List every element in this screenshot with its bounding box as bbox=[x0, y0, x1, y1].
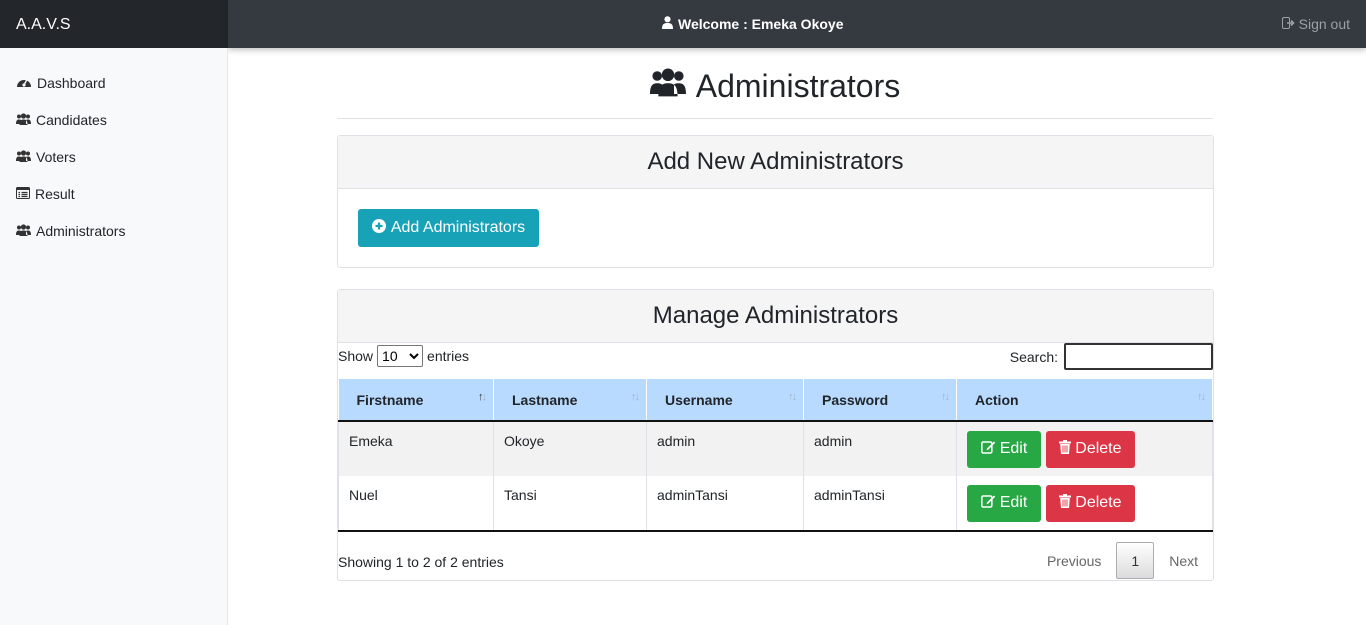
edit-button[interactable]: Edit bbox=[967, 430, 1041, 468]
sign-out-label: Sign out bbox=[1298, 16, 1350, 32]
page-length-control: Show 10 entries bbox=[338, 343, 469, 369]
edit-icon bbox=[980, 494, 996, 513]
brand-logo[interactable]: A.A.V.S bbox=[0, 0, 228, 48]
dashboard-icon bbox=[16, 75, 32, 91]
column-header-password[interactable]: Password ↑↓ bbox=[803, 379, 957, 422]
administrators-table: Firstname ↑↓ Lastname ↑↓ Username ↑↓ Passwo… bbox=[338, 379, 1213, 532]
list-icon bbox=[16, 186, 30, 202]
sort-icon: ↑↓ bbox=[631, 391, 640, 403]
sidebar-item-administrators[interactable]: Administrators bbox=[16, 223, 125, 239]
cell-action: Edit Delete bbox=[956, 421, 1213, 476]
card-title: Add New Administrators bbox=[338, 136, 1213, 189]
cell-firstname: Emeka bbox=[338, 421, 494, 476]
pagination: Previous 1 Next bbox=[1032, 542, 1213, 579]
cell-username: adminTansi bbox=[646, 476, 804, 532]
users-icon bbox=[16, 223, 31, 239]
sidebar-item-voters[interactable]: Voters bbox=[16, 149, 76, 165]
edit-button[interactable]: Edit bbox=[967, 484, 1041, 522]
sort-icon: ↑↓ bbox=[788, 391, 797, 403]
column-header-action[interactable]: Action ↑↓ bbox=[956, 379, 1213, 422]
cell-lastname: Okoye bbox=[493, 421, 647, 476]
trash-icon bbox=[1059, 493, 1072, 513]
page-title-text: Administrators bbox=[695, 67, 901, 104]
plus-circle-icon bbox=[371, 218, 386, 238]
column-header-lastname[interactable]: Lastname ↑↓ bbox=[493, 379, 647, 422]
sidebar-item-candidates[interactable]: Candidates bbox=[16, 112, 107, 128]
page-1-button[interactable]: 1 bbox=[1116, 542, 1155, 579]
table-row: Emeka Okoye admin admin Edit Delete bbox=[338, 421, 1213, 476]
cell-firstname: Nuel bbox=[338, 476, 494, 532]
search-input[interactable] bbox=[1064, 343, 1213, 370]
cell-action: Edit Delete bbox=[956, 476, 1213, 532]
sort-icon: ↑↓ bbox=[941, 391, 950, 403]
top-navbar: Welcome : Emeka Okoye Sign out bbox=[228, 0, 1366, 48]
previous-page-button[interactable]: Previous bbox=[1032, 542, 1116, 579]
entries-label: entries bbox=[427, 348, 470, 364]
table-info: Showing 1 to 2 of 2 entries bbox=[338, 554, 504, 570]
card-title: Manage Administrators bbox=[338, 290, 1213, 343]
sidebar-item-label: Administrators bbox=[36, 223, 126, 239]
table-search: Search: bbox=[1010, 343, 1213, 370]
sidebar-item-label: Result bbox=[35, 186, 75, 202]
column-header-firstname[interactable]: Firstname ↑↓ bbox=[338, 379, 494, 422]
sidebar-item-result[interactable]: Result bbox=[16, 186, 75, 202]
users-icon bbox=[16, 112, 31, 128]
cell-password: admin bbox=[803, 421, 957, 476]
cell-password: adminTansi bbox=[803, 476, 957, 532]
button-label: Add Administrators bbox=[390, 219, 526, 236]
divider bbox=[337, 118, 1213, 119]
next-page-button[interactable]: Next bbox=[1154, 542, 1213, 579]
welcome-text: Welcome : Emeka Okoye bbox=[678, 16, 844, 32]
sidebar-item-label: Candidates bbox=[36, 112, 107, 128]
edit-label: Edit bbox=[999, 440, 1028, 457]
users-icon bbox=[649, 67, 686, 105]
show-label: Show bbox=[338, 348, 374, 364]
manage-admin-card: Manage Administrators Show 10 entries Se… bbox=[337, 289, 1214, 581]
sort-asc-icon: ↑↓ bbox=[478, 391, 487, 403]
sidebar-item-label: Dashboard bbox=[37, 75, 106, 91]
user-icon bbox=[662, 16, 673, 32]
edit-icon bbox=[980, 440, 996, 459]
column-header-username[interactable]: Username ↑↓ bbox=[646, 379, 804, 422]
cell-username: admin bbox=[646, 421, 804, 476]
sidebar-item-label: Voters bbox=[36, 149, 76, 165]
sort-icon: ↑↓ bbox=[1197, 391, 1206, 403]
edit-label: Edit bbox=[999, 494, 1028, 511]
page-length-select[interactable]: 10 bbox=[377, 345, 424, 367]
search-label: Search: bbox=[1009, 348, 1058, 365]
sign-out-link[interactable]: Sign out bbox=[1281, 16, 1350, 32]
welcome-message: Welcome : Emeka Okoye bbox=[662, 16, 843, 32]
cell-lastname: Tansi bbox=[493, 476, 647, 532]
trash-icon bbox=[1059, 439, 1072, 459]
delete-button[interactable]: Delete bbox=[1045, 484, 1135, 522]
page-title: Administrators bbox=[337, 64, 1213, 108]
table-row: Nuel Tansi adminTansi adminTansi Edit De… bbox=[338, 476, 1213, 532]
users-icon bbox=[16, 149, 31, 165]
sidebar-item-dashboard[interactable]: Dashboard bbox=[16, 75, 106, 91]
add-administrators-button[interactable]: Add Administrators bbox=[358, 209, 539, 247]
sign-out-icon bbox=[1281, 16, 1295, 32]
add-admin-card: Add New Administrators Add Administrator… bbox=[337, 135, 1214, 268]
delete-button[interactable]: Delete bbox=[1045, 430, 1135, 468]
brand-text: A.A.V.S bbox=[16, 16, 71, 33]
delete-label: Delete bbox=[1075, 494, 1122, 511]
delete-label: Delete bbox=[1075, 440, 1122, 457]
sidebar: Dashboard Candidates Voters Result Admin… bbox=[0, 48, 228, 625]
